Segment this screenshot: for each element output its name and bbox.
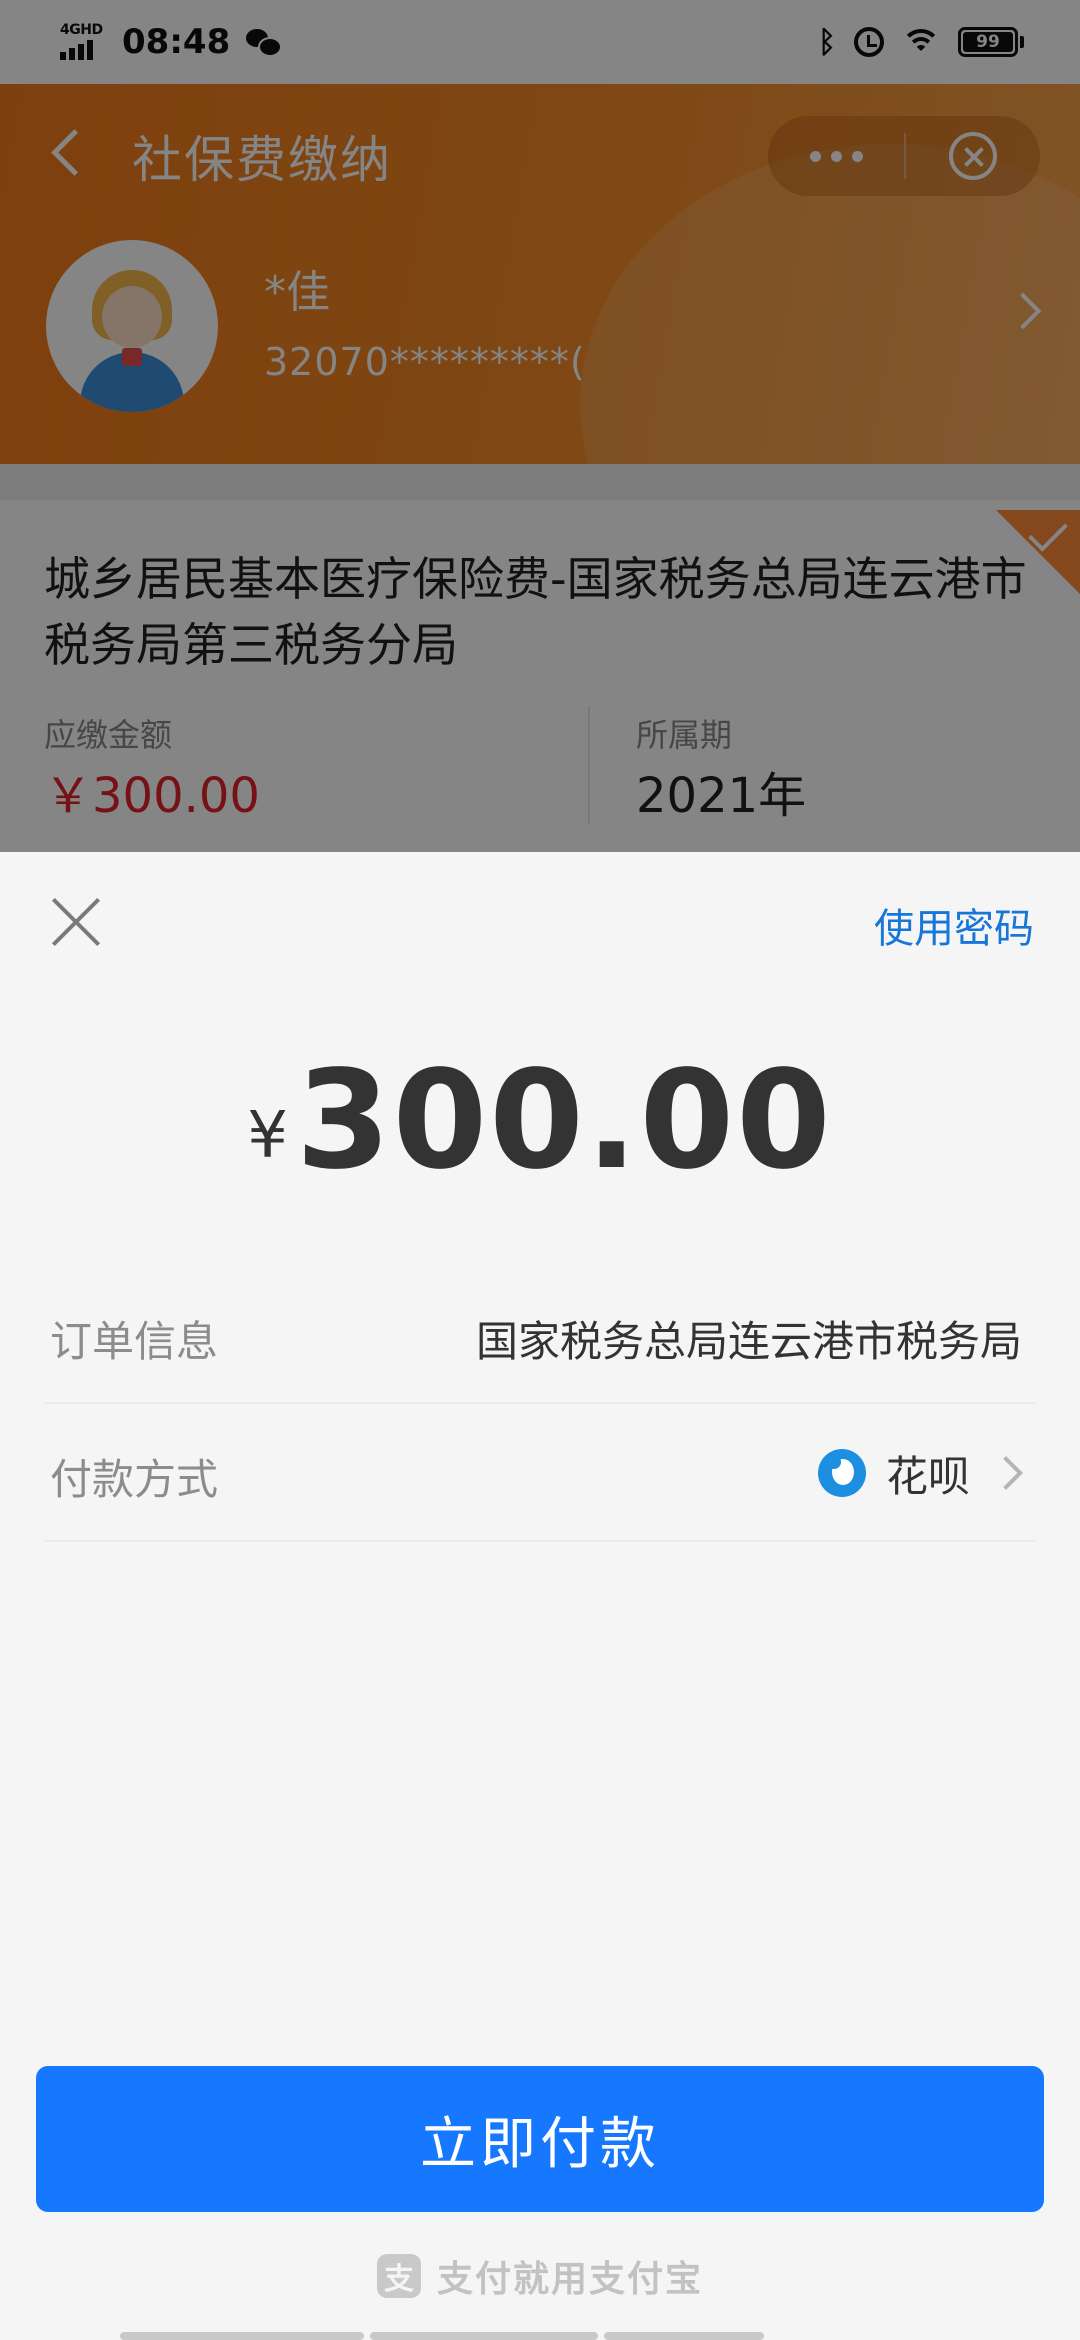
payment-method-label: 付款方式 — [50, 1455, 219, 1504]
home-indicator — [120, 2332, 960, 2340]
use-password-link[interactable]: 使用密码 — [874, 896, 1034, 954]
payment-method-value: 花呗 — [885, 1451, 970, 1501]
close-icon[interactable] — [50, 896, 102, 948]
footer-slogan: 支付就用支付宝 — [436, 2259, 703, 2300]
order-info-label: 订单信息 — [50, 1317, 219, 1366]
payment-method-row[interactable]: 付款方式 花呗 — [44, 1404, 1036, 1542]
screen: 4GHD 08:48 ᛒ 99 社保费缴纳 *佳 32070*********(… — [0, 0, 1080, 2340]
alipay-footer: 支 支付就用支付宝 — [0, 2250, 1080, 2302]
payment-sheet: 使用密码 ¥300.00 订单信息 国家税务总局连云港市税务局 付款方式 花呗 … — [0, 852, 1080, 2340]
chevron-right-icon — [989, 1456, 1023, 1490]
modal-backdrop[interactable] — [0, 0, 1080, 852]
pay-now-button[interactable]: 立即付款 — [36, 2066, 1044, 2212]
payment-amount: ¥300.00 — [0, 1042, 1080, 1200]
amount-value: 300.00 — [295, 1042, 833, 1200]
payment-method-selector[interactable]: 花呗 — [817, 1440, 1023, 1506]
order-info-row: 订单信息 国家税务总局连云港市税务局 — [44, 1266, 1036, 1404]
huabei-icon — [817, 1449, 866, 1497]
order-info-value: 国家税务总局连云港市税务局 — [475, 1317, 1022, 1366]
currency-symbol: ¥ — [247, 1099, 288, 1173]
alipay-logo-icon: 支 — [376, 2254, 421, 2298]
